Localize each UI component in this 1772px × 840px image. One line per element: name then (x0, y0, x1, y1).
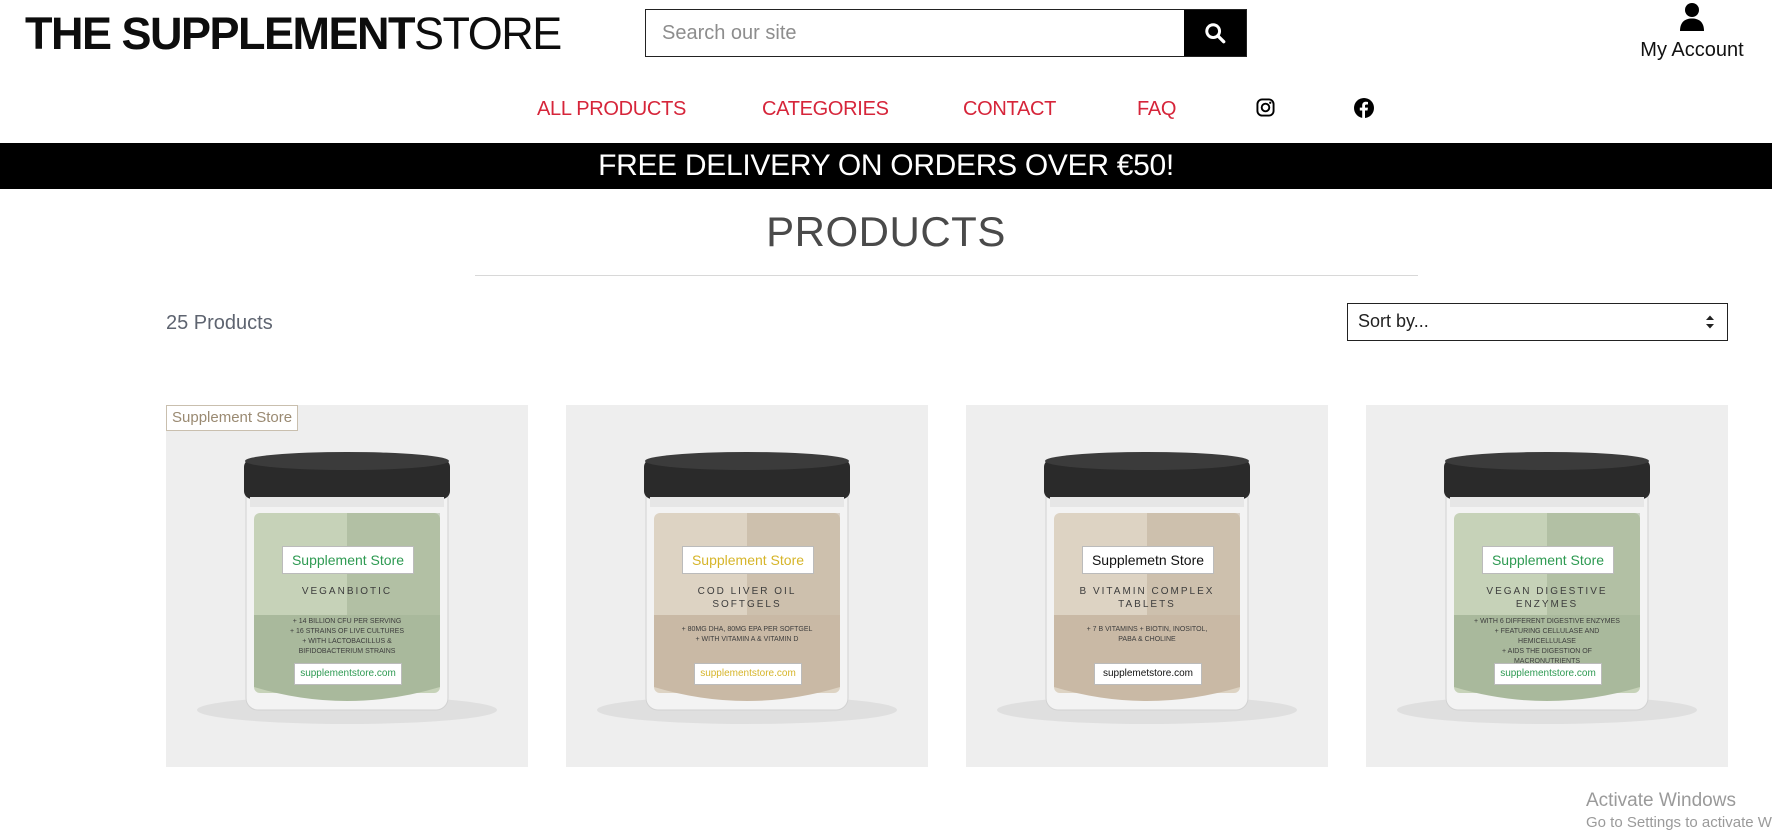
jar-product-title: VEGANBIOTIC (301, 586, 393, 597)
jar-product-title: VEGAN DIGESTIVE ENZYMES (1486, 586, 1608, 610)
logo-bold-text: THE SUPPLEMENT (25, 8, 416, 59)
sort-arrows-icon (1706, 315, 1714, 329)
jar-bullets: + WITH 6 DIFFERENT DIGESTIVE ENZYMES + FE… (1461, 617, 1633, 667)
jar-bullet-line: + WITH LACTOBACILLUS & (302, 638, 392, 645)
facebook-icon[interactable] (1354, 98, 1374, 123)
product-store-tag: Supplement Store (166, 405, 299, 431)
main-nav: ALL PRODUCTS CATEGORIES CONTACT FAQ (0, 95, 1772, 123)
jar-url-label: supplementstore.com (1494, 663, 1602, 685)
product-card[interactable]: Supplement Store VEGANBIOTIC + 14 BILLION … (166, 405, 528, 767)
sort-label: Sort by... (1358, 311, 1429, 331)
windows-activation-watermark: Activate Windows Go to Settings to activ… (1586, 789, 1772, 833)
jar-bullet-line: + 80MG DHA, 80MG EPA PER SOFTGEL (681, 626, 813, 633)
jar-url-label: supplementstore.com (294, 663, 402, 685)
nav-all-products[interactable]: ALL PRODUCTS (537, 95, 686, 123)
jar-brand-label: Supplement Store (682, 546, 814, 574)
sort-select[interactable]: Sort by... (1347, 303, 1728, 341)
jar-bullet-line: + WITH 6 DIFFERENT DIGESTIVE ENZYMES (1474, 618, 1620, 625)
user-icon (1680, 3, 1704, 31)
product-card[interactable]: Supplemetn Store B VITAMIN COMPLEX TABLET… (966, 405, 1328, 767)
jar-bullet-line: HEMICELLULASE (1518, 638, 1576, 645)
search-bar (645, 9, 1247, 57)
watermark-line-1: Activate Windows (1586, 790, 1736, 811)
jar-bullet-line: + WITH VITAMIN A & VITAMIN D (695, 636, 799, 643)
instagram-icon[interactable] (1256, 98, 1275, 122)
jar-product-title: COD LIVER OIL SOFTGELS (697, 586, 797, 610)
jar-bullet-line: + AIDS THE DIGESTION OF (1502, 648, 1592, 655)
nav-categories[interactable]: CATEGORIES (762, 95, 889, 123)
jar-bullet-line: + 16 STRAINS OF LIVE CULTURES (289, 628, 405, 635)
title-divider (475, 275, 1418, 276)
jar-bullet-line: BIFIDOBACTERIUM STRAINS (298, 648, 396, 655)
logo-light-text: STORE (414, 8, 562, 59)
jar-brand-label: Supplemetn Store (1082, 546, 1214, 574)
nav-faq[interactable]: FAQ (1137, 95, 1176, 123)
product-card[interactable]: Supplement Store VEGAN DIGESTIVE ENZYMES +… (1366, 405, 1728, 767)
search-input[interactable] (646, 10, 1184, 56)
product-count: 25 Products (166, 312, 273, 334)
jar-brand-label: Supplement Store (1482, 546, 1614, 574)
page-title: PRODUCTS (766, 208, 1006, 255)
free-delivery-banner: FREE DELIVERY ON ORDERS OVER €50! (0, 143, 1772, 189)
jar-bullet-line: + 7 B VITAMINS + BIOTIN, INOSITOL, (1086, 626, 1208, 633)
jar-brand-label: Supplement Store (282, 546, 414, 574)
jar-url-label: supplementstore.com (694, 663, 802, 685)
jar-bullet-line: + FEATURING CELLULASE AND (1494, 628, 1600, 635)
jar-product-title: B VITAMIN COMPLEX TABLETS (1079, 586, 1215, 610)
watermark-line-2: Go to Settings to activate W (1586, 814, 1772, 831)
jar-bullets: + 14 BILLION CFU PER SERVING + 16 STRAINS… (261, 617, 433, 657)
product-card[interactable]: Supplement Store COD LIVER OIL SOFTGELS + … (566, 405, 928, 767)
jar-url-label: supplemetstore.com (1094, 663, 1202, 685)
my-account-button[interactable]: My Account (1632, 2, 1752, 62)
jar-bullet-line: + 14 BILLION CFU PER SERVING (292, 618, 402, 625)
nav-contact[interactable]: CONTACT (963, 95, 1056, 123)
jar-bullets: + 80MG DHA, 80MG EPA PER SOFTGEL + WITH V… (661, 625, 833, 645)
my-account-label: My Account (1640, 39, 1744, 61)
search-icon (1205, 23, 1226, 44)
site-logo[interactable]: THE SUPPLEMENTSTORE (25, 8, 562, 60)
jar-bullet-line: PABA & CHOLINE (1118, 636, 1176, 643)
jar-bullets: + 7 B VITAMINS + BIOTIN, INOSITOL, PABA &… (1061, 625, 1233, 645)
search-button[interactable] (1184, 10, 1246, 56)
